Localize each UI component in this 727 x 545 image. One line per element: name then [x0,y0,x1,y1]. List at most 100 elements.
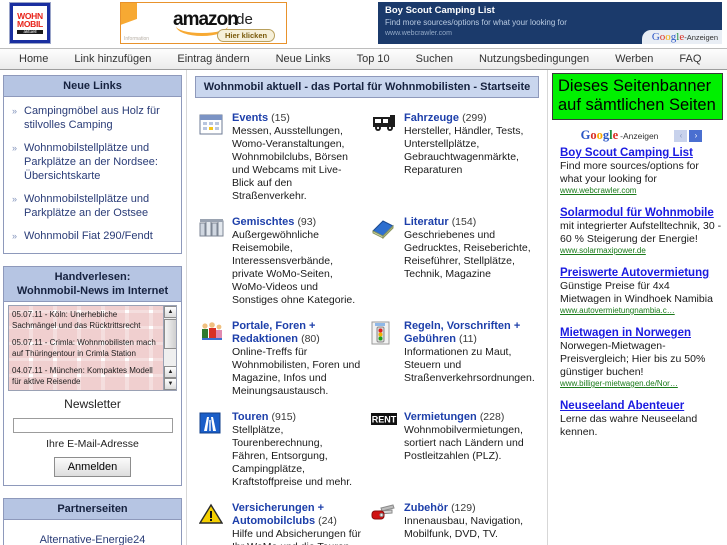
category-touren[interactable]: Touren (915) Stellplätze, Tourenberechnu… [195,411,367,502]
category-description: Außergewöhnliche Reisemobile, Interessen… [232,229,356,306]
sidebar-ad-title[interactable]: Preiswerte Autovermietung [560,266,723,280]
category-literatur[interactable]: Literatur (154) Geschriebenes und Gedruc… [367,216,539,320]
category-count: (915) [271,411,297,423]
google-ad-title[interactable]: Boy Scout Camping List [385,5,495,16]
chevron-left-icon[interactable]: ‹ [674,129,688,142]
nav-item-top-10[interactable]: Top 10 [344,53,403,65]
scrollbar-thumb[interactable] [164,319,176,349]
category-text: Zubehör (129) Innenausbau, Navigation, M… [404,502,533,545]
google-ads-badge: Google-Anzeigen [641,30,722,44]
site-logo[interactable]: WOHN MOBIL aktuell [9,2,51,44]
new-link-0[interactable]: Campingmöbel aus Holz für stilvolles Cam… [24,105,160,131]
category-count: (93) [297,216,317,228]
sidebar-ad-description: Lerne das wahre Neuseeland kennen. [560,413,698,438]
nav-item-suchen[interactable]: Suchen [403,53,466,65]
sidebar-ad[interactable]: Boy Scout Camping List Find more sources… [560,146,723,195]
green-banner-line1: Dieses Seitenbanner [558,77,712,95]
page-body: Neue Links Campingmöbel aus Holz für sti… [0,70,727,545]
sidebar-ad[interactable]: Solarmodul für Wohnmobile mit integriert… [560,206,723,255]
sidebar-ad-title[interactable]: Solarmodul für Wohnmobile [560,206,723,220]
sidebar-ad-url[interactable]: www.autovermietungnambia.c… [560,306,723,315]
category-link[interactable]: Versicherungen + Automobilclubs [232,502,324,527]
news-item[interactable]: 04.07.11 - München: Kompaktes Modell für… [12,365,160,387]
traffic-light-icon [371,321,397,345]
category-events[interactable]: Events (15) Messen, Ausstellungen, Womo-… [195,112,367,216]
list-item[interactable]: Wohnmobil Fiat 290/Fendt [10,229,175,243]
sidebar-ad[interactable]: Preiswerte Autovermietung Günstige Preis… [560,266,723,315]
amazon-ad-banner[interactable]: amazon .de Hier klicken Information [120,2,287,44]
news-item[interactable]: 05.07.11 - Köln: Unerhebliche Sachmängel… [12,309,160,331]
category-link[interactable]: Touren [232,411,268,423]
rent-icon: RENT [371,412,397,436]
sidebar-ad-url[interactable]: www.webcrawler.com [560,186,723,195]
nav-item-eintrag-aendern[interactable]: Eintrag ändern [164,53,262,65]
newsletter-submit-button[interactable]: Anmelden [53,457,132,477]
category-vermietungen[interactable]: RENT Vermietungen (228) Wohnmobilvermiet… [367,411,539,502]
ads-pager: ‹ › [674,129,703,142]
sidebar-ad-title[interactable]: Boy Scout Camping List [560,146,723,160]
category-zubehoer[interactable]: Zubehör (129) Innenausbau, Navigation, M… [367,502,539,545]
category-text: Fahrzeuge (299) Hersteller, Händler, Tes… [404,112,533,203]
sidebar-ad-description: Günstige Preise für 4x4 Mietwagen in Win… [560,280,713,305]
new-link-2[interactable]: Wohnmobilstellplätze und Parkplätze an d… [24,193,149,219]
sidebar-ad-description: Norwegen-Mietwagen-Preisvergleich; Hier … [560,340,706,378]
list-item[interactable]: Campingmöbel aus Holz für stilvolles Cam… [10,104,175,132]
partner-link-0[interactable]: Alternative-Energie24 [4,520,181,545]
category-link[interactable]: Zubehör [404,502,448,514]
category-versicherungen-automobilclubs[interactable]: Versicherungen + Automobilclubs (24) Hil… [195,502,367,545]
google-ad-banner[interactable]: Boy Scout Camping List Find more sources… [378,2,722,44]
category-link[interactable]: Vermietungen [404,411,477,423]
list-item[interactable]: Wohnmobilstellplätze und Parkplätze an d… [10,192,175,220]
category-portale-foren-redaktionen[interactable]: Portale, Foren + Redaktionen (80) Online… [195,320,367,411]
sidebar-ad-title[interactable]: Mietwagen in Norwegen [560,326,723,340]
scroll-up-arrow-icon-2[interactable]: ▲ [164,366,176,378]
nav-item-neue-links[interactable]: Neue Links [263,53,344,65]
category-description: Informationen zu Maut, Steuern und Straß… [404,346,535,384]
scroll-down-arrow-icon[interactable]: ▼ [164,378,176,390]
google-ad-url[interactable]: www.webcrawler.com [385,30,452,37]
category-link[interactable]: Gemischtes [232,216,294,228]
scroll-up-arrow-icon[interactable]: ▲ [164,306,176,318]
category-regeln-vorschriften-gebuehren[interactable]: Regeln, Vorschriften + Gebühren (11) Inf… [367,320,539,411]
sidebar-ad[interactable]: Neuseeland Abenteuer Lerne das wahre Neu… [560,399,723,439]
nav-item-home[interactable]: Home [6,53,61,65]
nav-item-faq[interactable]: FAQ [666,53,714,65]
new-link-3[interactable]: Wohnmobil Fiat 290/Fendt [24,230,153,242]
news-scrollbar[interactable]: ▲ ▲ ▼ [163,306,176,390]
category-link[interactable]: Fahrzeuge [404,112,459,124]
category-link[interactable]: Events [232,112,268,124]
amazon-tld: .de [232,11,253,28]
highway-sign-icon [199,412,225,436]
nav-item-werben[interactable]: Werben [602,53,666,65]
category-link[interactable]: Literatur [404,216,449,228]
page-title: Wohnmobil aktuell - das Portal für Wohnm… [195,76,539,98]
sidebar-ad-url[interactable]: www.solarmaxipower.de [560,246,723,255]
newsletter-hint: Ihre E-Mail-Adresse [46,438,139,450]
amazon-info-label: Information [124,36,150,42]
news-title-line1: Handverlesen: [54,271,131,283]
chevron-right-icon[interactable]: › [689,129,703,142]
nav-item-kontakt[interactable]: Kontakt [714,53,727,65]
amazon-cta-button[interactable]: Hier klicken [217,29,276,42]
category-description: Hersteller, Händler, Tests, Unterstellpl… [404,125,524,176]
main-navigation: Home Link hinzufügen Eintrag ändern Neue… [0,48,727,70]
news-scroll-pane[interactable]: 05.07.11 - Köln: Unerhebliche Sachmängel… [8,305,177,391]
new-link-1[interactable]: Wohnmobilstellplätze und Parkplätze an d… [24,142,158,182]
news-list: 05.07.11 - Köln: Unerhebliche Sachmängel… [9,306,176,390]
category-text: Versicherungen + Automobilclubs (24) Hil… [232,502,361,545]
green-site-banner[interactable]: Dieses Seitenbanner auf sämtlichen Seite… [552,73,723,120]
nav-item-nutzungsbedingungen[interactable]: Nutzungsbedingungen [466,53,602,65]
list-item[interactable]: Wohnmobilstellplätze und Parkplätze an d… [10,141,175,183]
newsletter-email-input[interactable] [12,418,173,433]
category-gemischtes[interactable]: Gemischtes (93) Außergewöhnliche Reisemo… [195,216,367,320]
nav-item-link-hinzufuegen[interactable]: Link hinzufügen [61,53,164,65]
news-item[interactable]: 05.07.11 - Crimla: Wohnmobilisten mach a… [12,337,160,359]
category-text: Events (15) Messen, Ausstellungen, Womo-… [232,112,361,203]
site-logo-line3: aktuell [17,29,43,35]
sidebar-ad-url[interactable]: www.billiger-mietwagen.de/Nor… [560,379,723,388]
category-fahrzeuge[interactable]: Fahrzeuge (299) Hersteller, Händler, Tes… [367,112,539,216]
category-text: Literatur (154) Geschriebenes und Gedruc… [404,216,533,307]
sidebar-ad-title[interactable]: Neuseeland Abenteuer [560,399,723,413]
sidebar-ad[interactable]: Mietwagen in Norwegen Norwegen-Mietwagen… [560,326,723,388]
top-banner-row: WOHN MOBIL aktuell amazon .de Hier klick… [0,0,727,48]
